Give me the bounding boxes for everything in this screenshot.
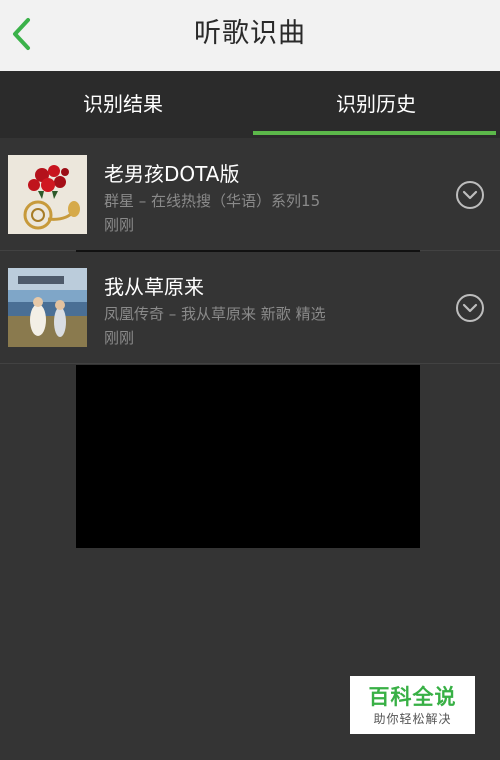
red-roses-french-horn-cover-icon (8, 155, 87, 234)
song-artist-album: 群星 – 在线热搜（华语）系列15 (104, 192, 321, 210)
history-list: 老男孩DOTA版 群星 – 在线热搜（华语）系列15 刚刚 我从草原来 凤凰传奇… (0, 138, 500, 364)
page-title: 听歌识曲 (194, 18, 306, 49)
watermark-badge: 百科全说 助你轻松解决 (350, 676, 475, 734)
title-bar: 听歌识曲 (0, 0, 500, 71)
song-artist-album: 凤凰传奇 – 我从草原来 新歌 精选 (104, 305, 326, 323)
chevron-down-circle-icon (456, 181, 484, 209)
tab-bar: 识别结果 识别历史 (0, 71, 500, 138)
expand-button[interactable] (455, 180, 485, 210)
phoenix-legend-album-cover-icon (8, 268, 87, 347)
song-recognition-screen: 听歌识曲 识别结果 识别历史 老男孩DOTA版 群星 – 在线热搜（华语）系列1… (0, 0, 500, 760)
album-cover (8, 155, 87, 234)
history-item[interactable]: 我从草原来 凤凰传奇 – 我从草原来 新歌 精选 刚刚 (0, 251, 500, 364)
watermark-title: 百科全说 (368, 685, 457, 709)
expand-button[interactable] (455, 293, 485, 323)
watermark-subtitle: 助你轻松解决 (373, 712, 452, 726)
history-item[interactable]: 老男孩DOTA版 群星 – 在线热搜（华语）系列15 刚刚 (0, 138, 500, 252)
song-title: 我从草原来 (104, 275, 204, 299)
chevron-down-circle-icon (456, 294, 484, 322)
song-title: 老男孩DOTA版 (104, 162, 240, 186)
blank-overlay-panel (76, 365, 420, 548)
tab-recognition-history[interactable]: 识别历史 (253, 71, 499, 138)
recognition-time: 刚刚 (104, 329, 135, 347)
album-cover (8, 268, 87, 347)
recognition-time: 刚刚 (104, 216, 135, 234)
active-tab-indicator (253, 131, 496, 135)
tab-recognition-result[interactable]: 识别结果 (0, 71, 246, 138)
